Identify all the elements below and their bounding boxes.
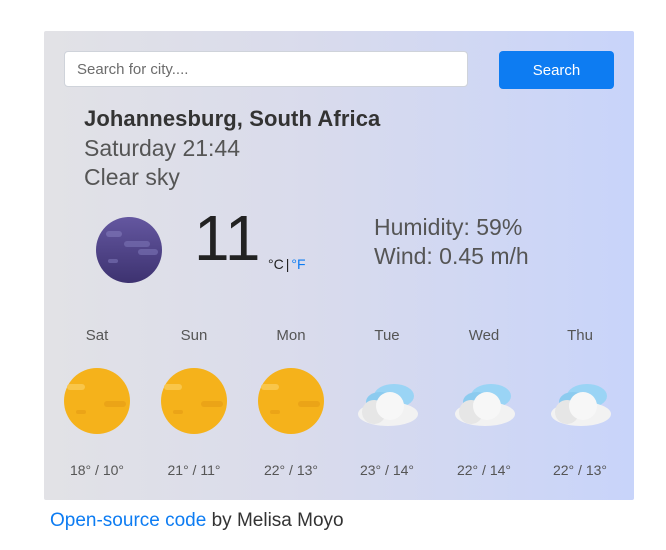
- forecast-temp: 22° / 13°: [552, 462, 607, 478]
- forecast: Sat 18° / 10° Sun 21° / 11° Mon 22° / 13…: [44, 326, 634, 486]
- author-credit: by Melisa Moyo: [206, 510, 344, 531]
- forecast-day: Thu 22° / 13°: [532, 326, 628, 478]
- forecast-day-name: Mon: [276, 327, 306, 344]
- forecast-day-name: Sat: [85, 327, 109, 344]
- forecast-day-name: Wed: [468, 327, 500, 344]
- date-time: Saturday 21:44: [84, 135, 241, 161]
- forecast-day-name: Sun: [180, 327, 208, 344]
- search-button[interactable]: Search: [499, 51, 614, 89]
- unit-separator: |: [285, 256, 290, 272]
- wind-speed: Wind: 0.45 m/h: [374, 243, 529, 269]
- forecast-day: Sun 21° / 11°: [146, 326, 242, 478]
- cloud-icon: [358, 384, 418, 426]
- source-code-link[interactable]: Open-source code: [50, 510, 206, 531]
- forecast-day: Tue 23° / 14°: [339, 326, 435, 478]
- moon-icon: [96, 217, 162, 283]
- forecast-temp: 22° / 14°: [456, 462, 511, 478]
- forecast-day-name: Thu: [567, 327, 593, 344]
- forecast-day-name: Tue: [374, 327, 400, 344]
- forecast-day: Sat 18° / 10°: [49, 326, 145, 478]
- footer: Open-source code by Melisa Moyo: [50, 510, 344, 532]
- weather-description: Clear sky: [84, 164, 180, 190]
- search-input[interactable]: [64, 51, 468, 87]
- weather-card: Search Johannesburg, South Africa Saturd…: [44, 31, 634, 500]
- unit-toggle: °C | °F: [268, 256, 306, 272]
- sun-icon: [161, 368, 227, 434]
- city-name: Johannesburg, South Africa: [84, 106, 381, 131]
- humidity: Humidity: 59%: [374, 214, 523, 240]
- forecast-temp: 18° / 10°: [69, 462, 124, 478]
- sun-icon: [64, 368, 130, 434]
- forecast-temp: 23° / 14°: [359, 462, 414, 478]
- sun-icon: [258, 368, 324, 434]
- cloud-icon: [551, 384, 611, 426]
- fahrenheit-link[interactable]: °F: [291, 256, 305, 272]
- forecast-temp: 22° / 13°: [263, 462, 318, 478]
- celsius-link[interactable]: °C: [268, 256, 284, 272]
- forecast-day: Wed 22° / 14°: [436, 326, 532, 478]
- current-temperature: 11: [194, 202, 261, 274]
- forecast-day: Mon 22° / 13°: [243, 326, 339, 478]
- forecast-temp: 21° / 11°: [167, 462, 221, 478]
- cloud-icon: [455, 384, 515, 426]
